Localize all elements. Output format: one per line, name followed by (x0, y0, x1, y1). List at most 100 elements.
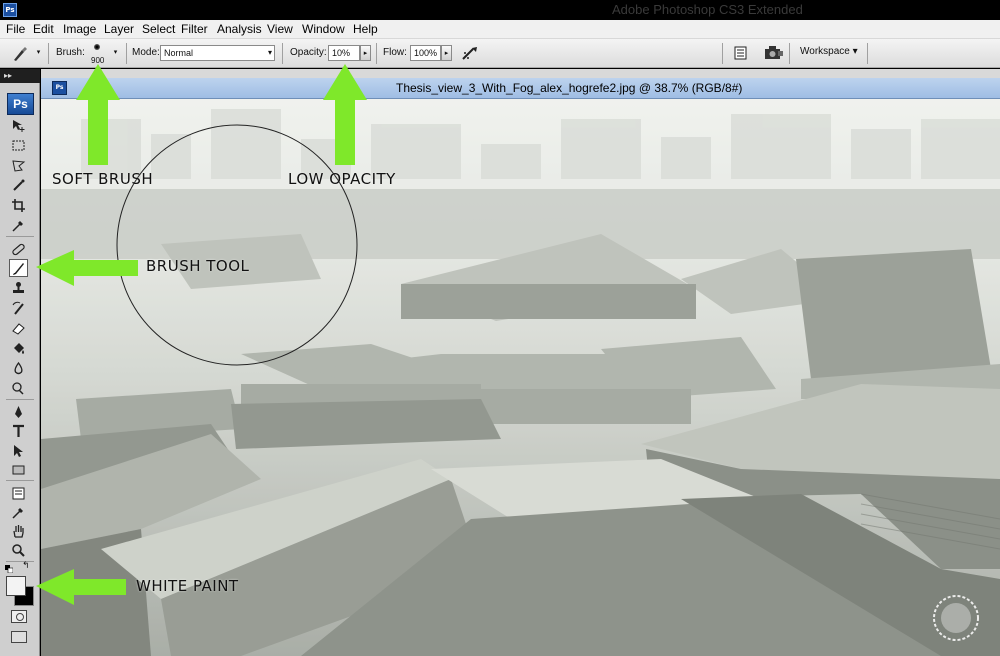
menu-select[interactable]: Select (142, 22, 175, 36)
stamp-icon (13, 281, 24, 293)
lasso-tool[interactable] (9, 156, 28, 174)
foreground-color-swatch[interactable] (6, 576, 26, 596)
mode-label: Mode: (132, 47, 160, 58)
menu-filter[interactable]: Filter (181, 22, 208, 36)
quick-selection-tool[interactable] (9, 176, 28, 194)
type-icon (13, 424, 24, 437)
separator (6, 480, 34, 481)
mode-select[interactable]: Normal ▾ (160, 45, 275, 61)
brush-icon (13, 262, 24, 275)
canvas-image (41, 99, 1000, 656)
default-colors-icon[interactable] (5, 563, 14, 574)
eyedropper-tool[interactable] (9, 216, 28, 234)
paint-bucket-tool[interactable] (9, 339, 28, 357)
document-tab[interactable]: Ps Thesis_view_3_With_Fog_alex_hogrefe2.… (41, 78, 1000, 99)
move-icon (13, 119, 25, 132)
swap-colors-icon[interactable]: ↰ (22, 561, 30, 571)
device-central-button[interactable] (763, 44, 785, 62)
path-selection-tool[interactable] (9, 441, 28, 459)
separator (376, 43, 377, 64)
menu-bar: File Edit Image Layer Select Filter Anal… (0, 20, 1000, 39)
crop-tool[interactable] (9, 196, 28, 214)
options-bar: ▾ Brush: ▾ Mode: Normal ▾ Opacity: 10% ▸… (0, 39, 1000, 68)
panel-collapse-grip[interactable]: ▸▸ (0, 69, 40, 83)
photoshop-app-icon: Ps (3, 3, 17, 17)
crop-icon (12, 198, 25, 212)
brush-preset-icon (14, 47, 27, 61)
watermark-logo (933, 595, 979, 641)
marquee-icon (12, 140, 25, 150)
airbrush-toggle[interactable] (459, 44, 481, 63)
menu-file[interactable]: File (6, 22, 25, 36)
brush-size: 900 (91, 56, 105, 65)
workspace-menu[interactable]: Workspace ▾ (800, 46, 858, 57)
history-brush-tool[interactable] (9, 299, 28, 317)
separator (6, 399, 34, 400)
separator (6, 236, 34, 237)
chevron-down-icon: ▾ (267, 48, 272, 57)
menu-image[interactable]: Image (63, 22, 96, 36)
panel-dock-strip (41, 69, 1000, 78)
zoom-tool[interactable] (9, 541, 28, 559)
opacity-input[interactable]: 10% (328, 45, 360, 61)
brush-tool-callout: BRUSH TOOL (146, 257, 250, 275)
notes-icon (12, 487, 25, 499)
photoshop-logo[interactable]: Ps (7, 93, 34, 115)
brush-tool[interactable] (9, 259, 28, 277)
mode-value: Normal (164, 48, 194, 58)
notes-tool[interactable] (9, 484, 28, 502)
tool-preset-picker[interactable] (10, 45, 30, 63)
wand-icon (13, 179, 25, 191)
menu-edit[interactable]: Edit (33, 22, 54, 36)
marquee-tool[interactable] (9, 136, 28, 154)
separator (867, 43, 868, 64)
quick-mask-icon[interactable] (11, 610, 27, 623)
brush-preview-icon (94, 44, 100, 50)
palette-icon (734, 46, 747, 60)
menu-help[interactable]: Help (353, 22, 378, 36)
rectangle-icon (12, 465, 25, 474)
tool-preset-dropdown-arrow[interactable]: ▾ (33, 45, 44, 61)
hand-icon (13, 524, 24, 538)
dodge-tool[interactable] (9, 379, 28, 397)
flow-slider-button[interactable]: ▸ (441, 45, 452, 61)
magnifier-icon (12, 543, 25, 557)
airbrush-icon (462, 47, 477, 60)
eyedropper-tool-2[interactable] (9, 503, 28, 521)
menu-view[interactable]: View (267, 22, 293, 36)
screen-mode-icon[interactable] (11, 631, 27, 643)
hand-tool[interactable] (9, 522, 28, 540)
separator (48, 43, 49, 64)
separator (789, 43, 790, 64)
camera-icon (765, 46, 783, 59)
app-title-bar: Ps Adobe Photoshop CS3 Extended (0, 0, 1000, 20)
menu-layer[interactable]: Layer (104, 22, 134, 36)
flow-input[interactable]: 100% (410, 45, 441, 61)
opacity-label: Opacity: (290, 47, 327, 58)
palette-toggle[interactable] (733, 45, 749, 61)
eraser-tool[interactable] (9, 319, 28, 337)
paint-bucket-icon (14, 342, 24, 354)
separator (6, 561, 34, 562)
chevron-down-icon: ▾ (852, 46, 858, 57)
rectangle-tool[interactable] (9, 460, 28, 478)
menu-analysis[interactable]: Analysis (217, 22, 262, 36)
eyedropper-icon (12, 507, 23, 519)
brush-picker-arrow[interactable]: ▾ (110, 45, 121, 61)
app-title: Adobe Photoshop CS3 Extended (612, 2, 803, 17)
document-canvas[interactable] (41, 99, 1000, 656)
opacity-slider-button[interactable]: ▸ (360, 45, 371, 61)
clone-stamp-tool[interactable] (9, 279, 28, 297)
low-opacity-callout: LOW OPACITY (288, 170, 396, 188)
pen-tool[interactable] (9, 403, 28, 421)
move-tool[interactable] (9, 116, 28, 134)
workspace-label: Workspace (800, 46, 850, 57)
soft-brush-callout: SOFT BRUSH (52, 170, 154, 188)
blur-tool[interactable] (9, 359, 28, 377)
healing-brush-tool[interactable] (9, 240, 28, 258)
type-tool[interactable] (9, 422, 28, 440)
bandage-icon (12, 243, 25, 255)
menu-window[interactable]: Window (302, 22, 345, 36)
white-paint-callout: WHITE PAINT (136, 577, 239, 595)
arrow-cursor-icon (14, 444, 23, 457)
